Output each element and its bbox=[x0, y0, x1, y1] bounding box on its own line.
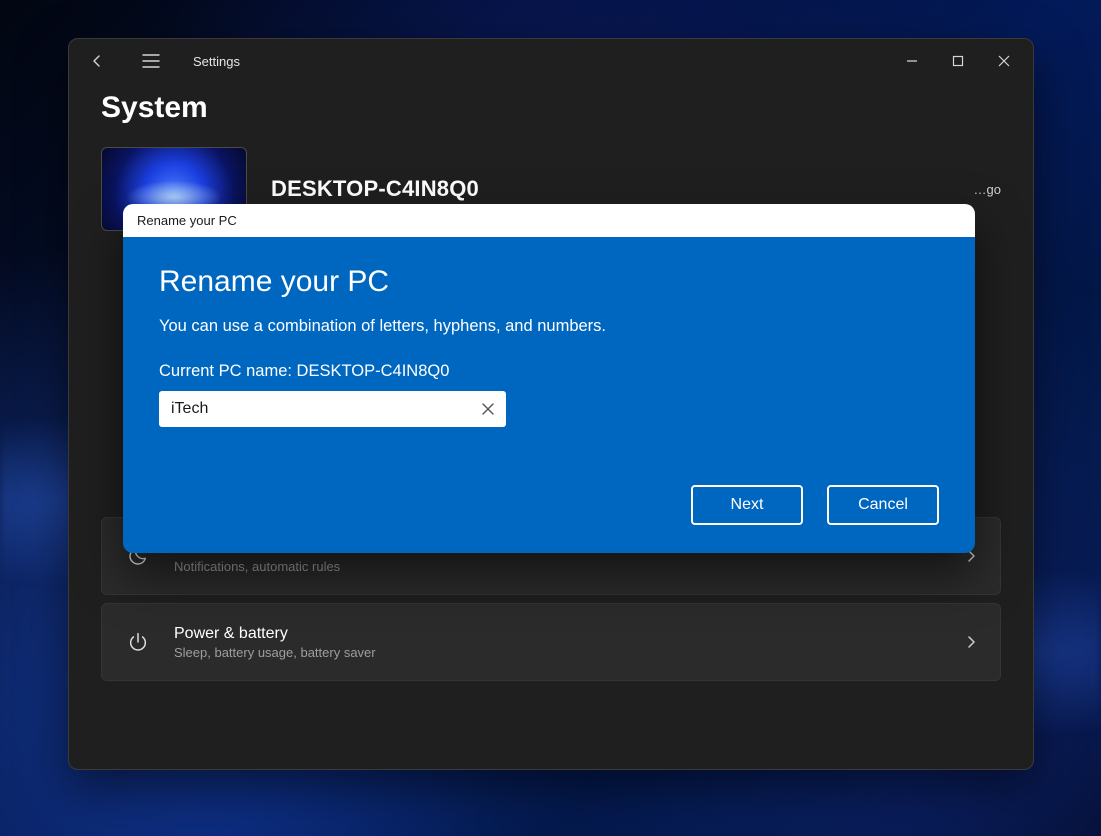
card-subtitle: Sleep, battery usage, battery saver bbox=[174, 645, 376, 660]
clear-input-icon[interactable] bbox=[476, 397, 500, 421]
dialog-heading: Rename your PC bbox=[159, 265, 939, 299]
app-title: Settings bbox=[193, 54, 240, 69]
device-name: DESKTOP-C4IN8Q0 bbox=[271, 176, 479, 202]
page-title: System bbox=[101, 91, 1001, 125]
power-icon bbox=[124, 631, 152, 653]
dialog-description: You can use a combination of letters, hy… bbox=[159, 317, 939, 336]
titlebar: Settings bbox=[69, 39, 1033, 83]
pc-name-input-wrap bbox=[159, 391, 506, 427]
chevron-right-icon bbox=[964, 635, 978, 649]
card-title: Power & battery bbox=[174, 625, 376, 643]
settings-card-power-battery[interactable]: Power & battery Sleep, battery usage, ba… bbox=[101, 603, 1001, 681]
card-subtitle: Notifications, automatic rules bbox=[174, 559, 340, 574]
header-meta-partial: …go bbox=[974, 182, 1001, 197]
pc-name-input[interactable] bbox=[159, 391, 506, 427]
rename-pc-dialog: Rename your PC Rename your PC You can us… bbox=[123, 204, 975, 553]
close-button[interactable] bbox=[981, 45, 1027, 77]
next-button[interactable]: Next bbox=[691, 485, 803, 525]
current-pc-name-label: Current PC name: DESKTOP-C4IN8Q0 bbox=[159, 362, 939, 381]
maximize-button[interactable] bbox=[935, 45, 981, 77]
minimize-button[interactable] bbox=[889, 45, 935, 77]
dialog-titlebar: Rename your PC bbox=[123, 204, 975, 237]
cancel-button[interactable]: Cancel bbox=[827, 485, 939, 525]
hamburger-menu-icon[interactable] bbox=[133, 45, 169, 77]
back-button[interactable] bbox=[79, 45, 115, 77]
